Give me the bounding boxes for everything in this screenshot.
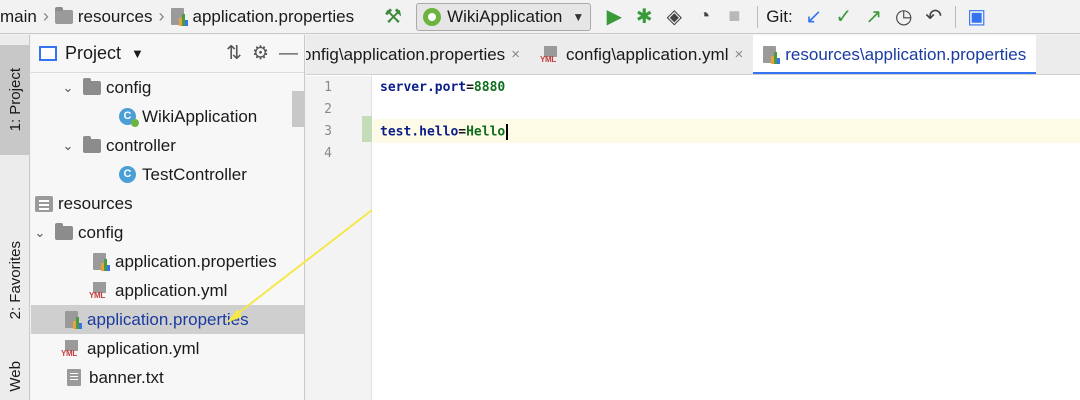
annotation-arrow-line	[231, 209, 373, 319]
annotation-arrow	[226, 209, 373, 323]
